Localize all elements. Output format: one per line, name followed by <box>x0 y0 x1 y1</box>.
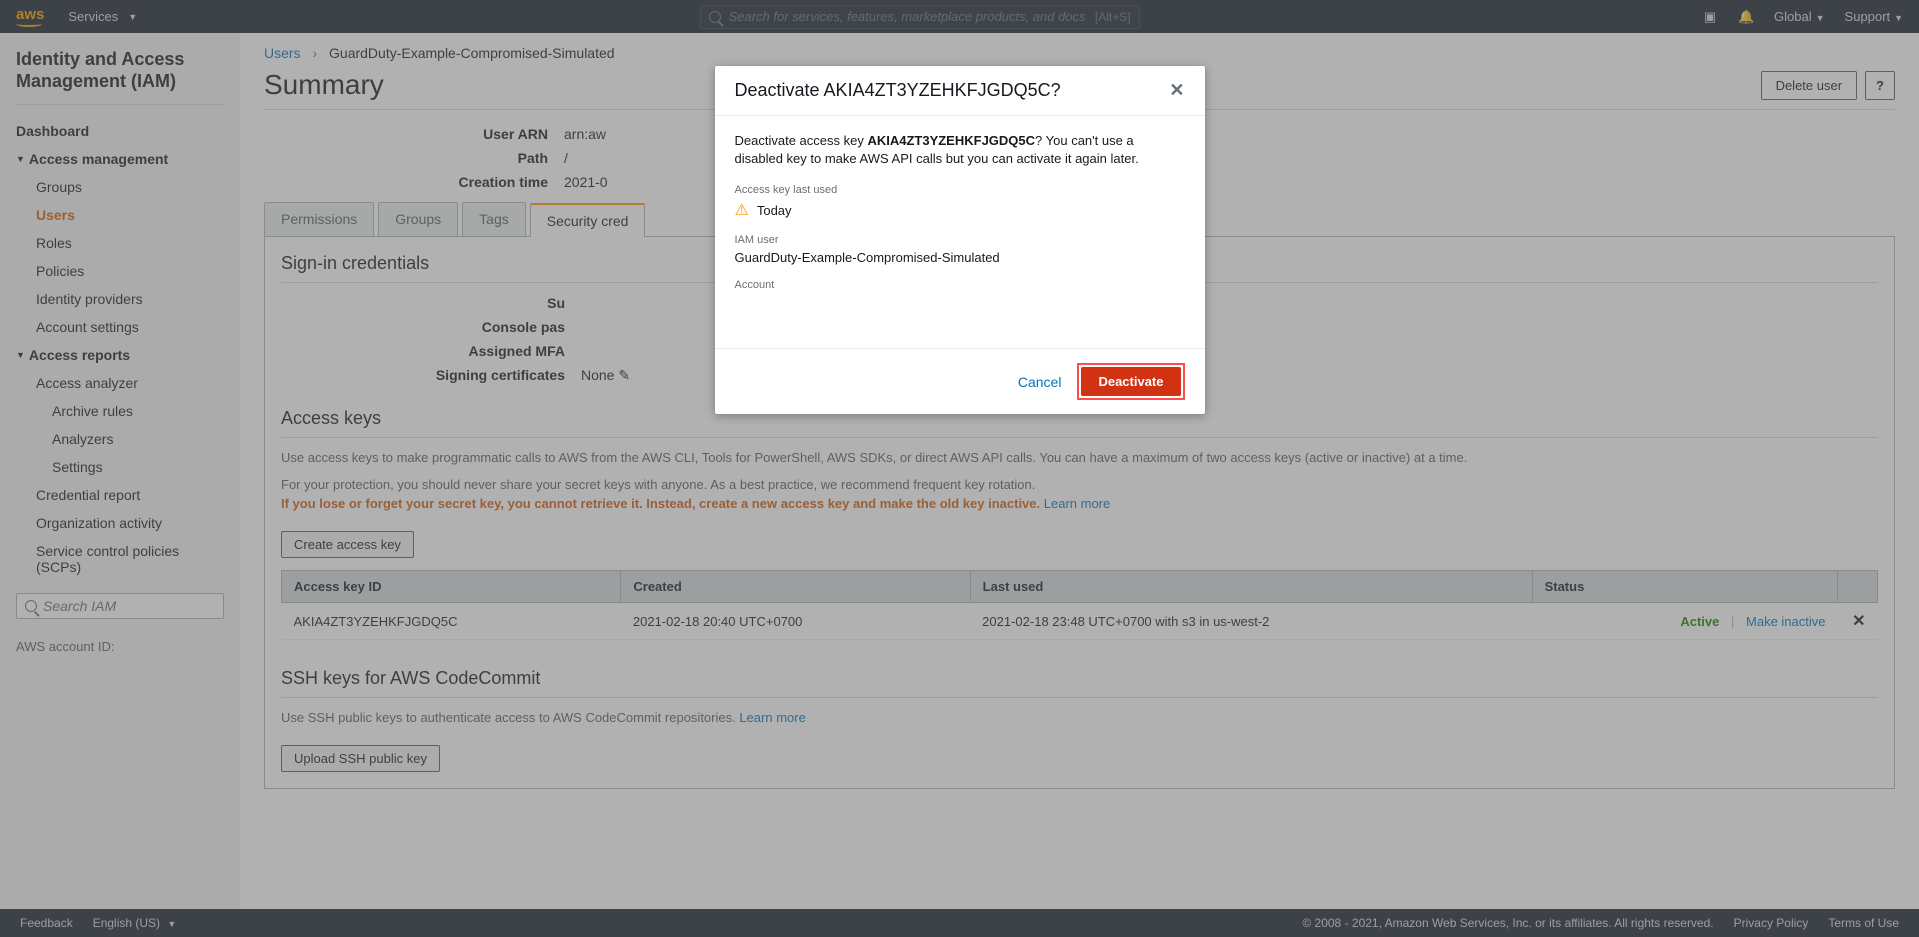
modal-title: Deactivate AKIA4ZT3YZEHKFJGDQ5C? <box>735 80 1061 101</box>
modal-iamuser-value: GuardDuty-Example-Compromised-Simulated <box>735 250 1185 265</box>
close-icon[interactable]: ✕ <box>1169 80 1184 101</box>
deactivate-highlight: Deactivate <box>1077 363 1184 400</box>
modal-account-label: Account <box>735 279 1185 291</box>
deactivate-modal: Deactivate AKIA4ZT3YZEHKFJGDQ5C? ✕ Deact… <box>715 66 1205 414</box>
deactivate-button[interactable]: Deactivate <box>1081 367 1180 396</box>
modal-overlay[interactable]: Deactivate AKIA4ZT3YZEHKFJGDQ5C? ✕ Deact… <box>0 0 1919 937</box>
modal-account-value <box>735 295 1185 310</box>
cancel-button[interactable]: Cancel <box>1018 374 1062 390</box>
modal-iamuser-label: IAM user <box>735 234 1185 246</box>
modal-message: Deactivate access key AKIA4ZT3YZEHKFJGDQ… <box>735 132 1185 168</box>
modal-lastused-value: ⚠Today <box>735 200 1185 220</box>
modal-lastused-label: Access key last used <box>735 184 1185 196</box>
warning-icon: ⚠ <box>735 200 749 220</box>
